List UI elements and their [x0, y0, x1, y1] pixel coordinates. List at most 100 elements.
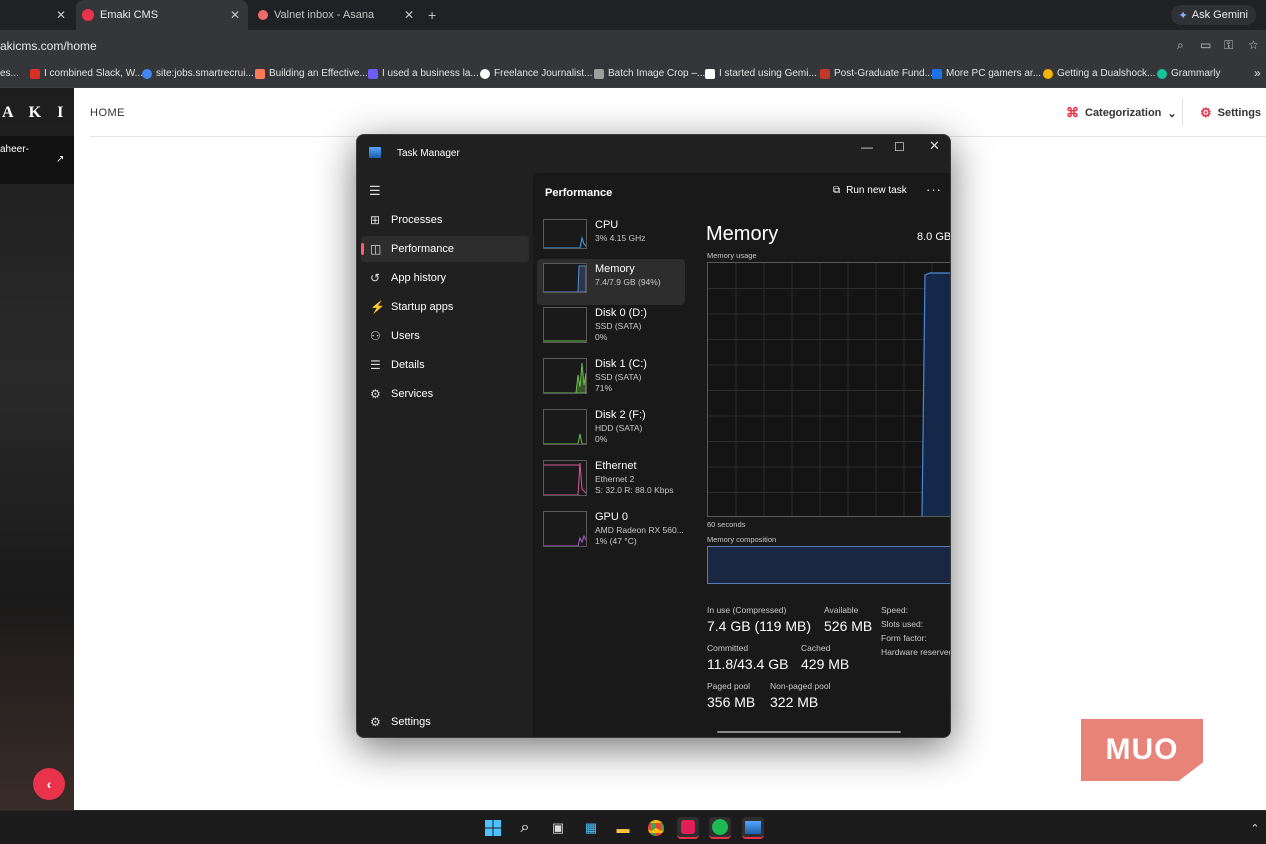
- nav-details[interactable]: ☰ Details: [361, 352, 529, 378]
- memory-title: Memory: [706, 223, 779, 245]
- performance-icon: ◫: [370, 242, 382, 256]
- nav-label: Details: [391, 359, 425, 371]
- bookmark-label: es...: [0, 68, 19, 79]
- sparkline-path: [544, 265, 587, 293]
- bookmark-item[interactable]: I used a business la...: [368, 68, 479, 79]
- horizontal-scrollbar[interactable]: [717, 731, 901, 733]
- bookmark-item[interactable]: Getting a Dualshock...: [1043, 68, 1155, 79]
- file-explorer-icon[interactable]: ▬: [612, 817, 634, 839]
- bookmark-item[interactable]: Post-Graduate Fund...: [820, 68, 933, 79]
- close-tab-icon[interactable]: ✕: [404, 8, 414, 22]
- slots-label: Slots used:: [881, 619, 924, 629]
- gear-icon: ⚙: [370, 715, 381, 729]
- stat-label: In use (Compressed): [707, 605, 787, 615]
- bookmark-item[interactable]: Freelance Journalist...: [480, 68, 592, 79]
- device-item[interactable]: Memory 7.4/7.9 GB (94%): [537, 259, 685, 305]
- device-item[interactable]: Disk 2 (F:) HDD (SATA) 0%: [537, 405, 685, 451]
- nav-startup-apps[interactable]: ⚡ Startup apps: [361, 294, 529, 320]
- install-app-icon[interactable]: ▭: [1200, 38, 1211, 52]
- bookmark-item[interactable]: Grammarly: [1157, 68, 1220, 79]
- bookmark-favicon-icon: [932, 68, 942, 79]
- device-detail: HDD (SATA): [595, 423, 643, 433]
- bookmark-item[interactable]: es...: [0, 68, 19, 79]
- password-key-icon[interactable]: ⚿: [1224, 38, 1233, 53]
- muo-watermark-logo: MUO: [1081, 719, 1203, 781]
- device-item[interactable]: CPU 3% 4.15 GHz: [537, 215, 685, 261]
- nav-settings[interactable]: ⚙ Settings: [361, 709, 529, 735]
- chevron-up-icon[interactable]: ⌃: [1244, 817, 1266, 839]
- bookmark-item[interactable]: I combined Slack, W...: [30, 68, 143, 79]
- nav-label: Performance: [391, 243, 454, 255]
- slack-icon[interactable]: [677, 817, 699, 839]
- cms-user-card[interactable]: aheer- ↗: [0, 136, 74, 184]
- bookmark-item[interactable]: Batch Image Crop –...: [594, 68, 705, 79]
- sparkline-svg: [544, 236, 587, 249]
- task-manager-nav: ☰ ⊞ Processes ◫ Performance ↺ App history ⚡…: [357, 173, 533, 737]
- bookmark-item[interactable]: site:jobs.smartrecrui...: [142, 68, 254, 79]
- sparkline-path: [544, 236, 587, 249]
- close-tab-icon[interactable]: ✕: [230, 8, 240, 22]
- bookmark-label: site:jobs.smartrecrui...: [156, 68, 254, 79]
- nav-label: Users: [391, 330, 420, 342]
- breadcrumb-home[interactable]: HOME: [90, 107, 125, 119]
- performance-panel: Performance ⧉ Run new task ··· CPU 3% 4.1…: [533, 173, 950, 737]
- stat-label: Committed: [707, 643, 749, 653]
- bookmark-item[interactable]: More PC gamers ar...: [932, 68, 1041, 79]
- categorization-menu-button[interactable]: ⌘ Categorization ⌄: [1066, 105, 1177, 121]
- services-icon: ⚙: [370, 387, 381, 401]
- external-link-icon[interactable]: ↗: [56, 154, 64, 165]
- microsoft-store-icon[interactable]: ▦: [580, 817, 602, 839]
- device-detail-2: 0%: [595, 332, 608, 342]
- bookmark-item[interactable]: I started using Gemi...: [705, 68, 817, 79]
- start-button[interactable]: [482, 817, 504, 839]
- nav-app-history[interactable]: ↺ App history: [361, 265, 529, 291]
- bookmarks-overflow-button[interactable]: »: [1254, 66, 1261, 80]
- device-detail: Ethernet 2: [595, 474, 635, 484]
- spotify-icon[interactable]: [709, 817, 731, 839]
- task-view-icon[interactable]: ▣: [547, 817, 569, 839]
- tab-emaki-cms[interactable]: Emaki CMS ✕: [76, 0, 248, 30]
- memory-composition-bar: [707, 546, 950, 584]
- run-new-task-button[interactable]: ⧉ Run new task: [833, 185, 907, 196]
- device-sparkline: [543, 358, 587, 394]
- nav-processes[interactable]: ⊞ Processes: [361, 207, 529, 233]
- sparkline-svg: [544, 340, 586, 342]
- new-tab-button[interactable]: +: [428, 0, 444, 30]
- settings-menu-button[interactable]: ⚙ Settings: [1200, 105, 1261, 121]
- slack-logo: [681, 820, 695, 834]
- nav-performance[interactable]: ◫ Performance: [361, 236, 529, 262]
- device-item[interactable]: Disk 0 (D:) SSD (SATA) 0%: [537, 303, 685, 349]
- nav-users[interactable]: ⚇ Users: [361, 323, 529, 349]
- device-item[interactable]: Disk 1 (C:) SSD (SATA) 71%: [537, 354, 685, 400]
- device-item[interactable]: Ethernet Ethernet 2 S: 32.0 R: 88.0 Kbps: [537, 456, 685, 502]
- device-sparkline: [543, 263, 587, 293]
- minimize-icon[interactable]: —: [861, 140, 873, 154]
- bookmark-item[interactable]: Building an Effective...: [255, 68, 368, 79]
- tab-asana[interactable]: Valnet inbox - Asana ✕: [250, 0, 422, 30]
- close-tab-icon[interactable]: ✕: [56, 8, 66, 22]
- memory-graph-svg: [708, 263, 950, 516]
- stat-value: 356 MB: [707, 694, 756, 710]
- zoom-icon[interactable]: ⌕: [1177, 38, 1184, 53]
- more-options-icon[interactable]: ···: [926, 182, 942, 197]
- chevron-left-icon: ‹: [46, 776, 52, 792]
- close-window-icon[interactable]: ✕: [929, 138, 940, 154]
- ask-gemini-button[interactable]: ✦ Ask Gemini: [1170, 5, 1256, 25]
- chrome-icon[interactable]: [645, 817, 667, 839]
- nav-label: Processes: [391, 214, 443, 226]
- form-factor-label: Form factor:: [881, 633, 927, 643]
- device-item[interactable]: GPU 0 AMD Radeon RX 560... 1% (47 °C): [537, 507, 685, 553]
- device-detail-2: 1% (47 °C): [595, 536, 637, 546]
- device-detail: 3% 4.15 GHz: [595, 233, 646, 243]
- maximize-icon[interactable]: ☐: [894, 140, 905, 154]
- hamburger-menu-icon[interactable]: ☰: [369, 183, 381, 199]
- collapse-sidebar-button[interactable]: ‹: [33, 768, 65, 800]
- device-name: Ethernet: [595, 460, 637, 472]
- tab-previous[interactable]: ✕: [0, 0, 74, 30]
- search-icon[interactable]: ⌕: [514, 817, 536, 839]
- url-input[interactable]: akicms.com/home: [0, 39, 97, 53]
- bookmark-star-icon[interactable]: ☆: [1248, 38, 1259, 52]
- speed-label: Speed:: [881, 605, 908, 615]
- nav-services[interactable]: ⚙ Services: [361, 381, 529, 407]
- task-manager-taskbar-icon[interactable]: [742, 817, 764, 839]
